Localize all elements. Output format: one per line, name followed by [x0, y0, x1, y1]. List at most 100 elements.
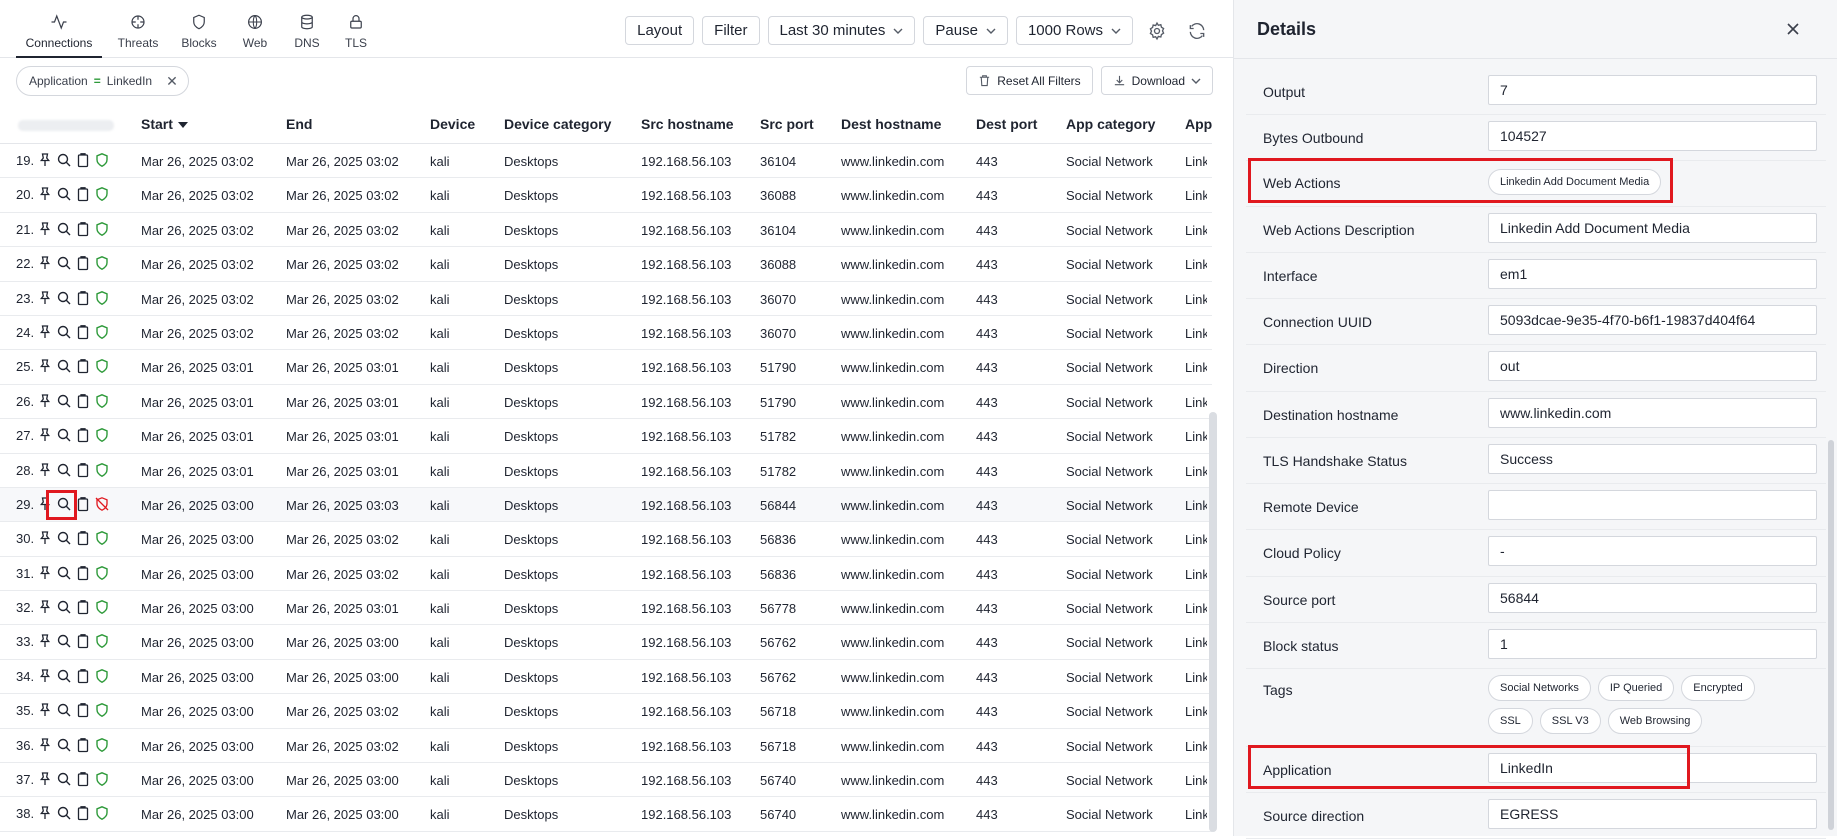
column-header-device[interactable]: Device — [430, 116, 475, 132]
pin-icon[interactable] — [37, 565, 53, 581]
search-icon[interactable] — [56, 290, 72, 306]
clipboard-icon[interactable] — [75, 324, 91, 340]
pin-icon[interactable] — [37, 290, 53, 306]
pause-dropdown[interactable]: Pause — [923, 16, 1008, 45]
search-icon[interactable] — [56, 771, 72, 787]
shield-icon[interactable] — [94, 255, 110, 271]
search-icon[interactable] — [56, 462, 72, 478]
tab-threats[interactable]: Threats — [110, 0, 166, 58]
pin-icon[interactable] — [37, 324, 53, 340]
pin-icon[interactable] — [37, 668, 53, 684]
column-header-src-port[interactable]: Src port — [760, 116, 814, 132]
column-header-start[interactable]: Start — [141, 116, 188, 132]
clipboard-icon[interactable] — [75, 462, 91, 478]
refresh-button[interactable] — [1181, 16, 1213, 45]
tag[interactable]: Social Networks — [1488, 675, 1591, 701]
clipboard-icon[interactable] — [75, 771, 91, 787]
table-row[interactable]: 19. Mar 26, 2025 03:02 Mar 26, 2025 03:02 k… — [0, 144, 1212, 179]
reset-filters-button[interactable]: Reset All Filters — [966, 66, 1093, 95]
pin-icon[interactable] — [37, 737, 53, 753]
pin-icon[interactable] — [37, 530, 53, 546]
search-icon[interactable] — [56, 737, 72, 753]
table-row[interactable]: 27. Mar 26, 2025 03:01 Mar 26, 2025 03:01 k… — [0, 419, 1212, 454]
column-header-dest-hostname[interactable]: Dest hostname — [841, 116, 941, 132]
clipboard-icon[interactable] — [75, 152, 91, 168]
column-header-app[interactable]: App — [1185, 116, 1212, 132]
shield-icon[interactable] — [94, 358, 110, 374]
clipboard-icon[interactable] — [75, 186, 91, 202]
table-row[interactable]: 32. Mar 26, 2025 03:00 Mar 26, 2025 03:01 k… — [0, 591, 1212, 626]
filter-button[interactable]: Filter — [702, 16, 760, 45]
search-icon[interactable] — [56, 530, 72, 546]
shield-icon[interactable] — [94, 152, 110, 168]
tag[interactable]: Web Browsing — [1607, 708, 1703, 734]
shield-icon[interactable] — [94, 462, 110, 478]
pin-icon[interactable] — [37, 462, 53, 478]
pin-icon[interactable] — [37, 221, 53, 237]
pin-icon[interactable] — [37, 427, 53, 443]
table-row[interactable]: 28. Mar 26, 2025 03:01 Mar 26, 2025 03:01 k… — [0, 454, 1212, 488]
shield-icon[interactable] — [94, 737, 110, 753]
detail-value-field[interactable]: out — [1488, 351, 1817, 381]
tab-tls[interactable]: TLS — [336, 0, 376, 58]
search-icon[interactable] — [56, 324, 72, 340]
pin-icon[interactable] — [37, 255, 53, 271]
tab-connections[interactable]: Connections — [16, 0, 102, 58]
pin-icon[interactable] — [37, 805, 53, 821]
shield-icon[interactable] — [94, 599, 110, 615]
table-row[interactable]: 29. Mar 26, 2025 03:00 Mar 26, 2025 03:03 k… — [0, 487, 1212, 523]
detail-value-field[interactable]: Success — [1488, 444, 1817, 474]
shield-icon[interactable] — [94, 805, 110, 821]
details-scrollbar[interactable] — [1828, 440, 1834, 830]
shield-icon[interactable] — [94, 565, 110, 581]
column-header-app-category[interactable]: App category — [1066, 116, 1155, 132]
table-row[interactable]: 20. Mar 26, 2025 03:02 Mar 26, 2025 03:02 k… — [0, 178, 1212, 213]
search-icon[interactable] — [56, 358, 72, 374]
pin-icon[interactable] — [37, 771, 53, 787]
table-scrollbar[interactable] — [1209, 412, 1217, 832]
clipboard-icon[interactable] — [75, 668, 91, 684]
shield-icon[interactable] — [94, 290, 110, 306]
shield-icon[interactable] — [94, 186, 110, 202]
table-row[interactable]: 21. Mar 26, 2025 03:02 Mar 26, 2025 03:02 k… — [0, 213, 1212, 248]
search-icon[interactable] — [56, 633, 72, 649]
shield-icon[interactable] — [94, 702, 110, 718]
clipboard-icon[interactable] — [75, 221, 91, 237]
pin-icon[interactable] — [37, 599, 53, 615]
search-icon[interactable] — [56, 805, 72, 821]
clipboard-icon[interactable] — [75, 393, 91, 409]
pin-icon[interactable] — [37, 186, 53, 202]
shield-icon[interactable] — [94, 221, 110, 237]
clipboard-icon[interactable] — [75, 702, 91, 718]
detail-value-field[interactable]: 104527 — [1488, 121, 1817, 151]
shield-icon[interactable] — [94, 427, 110, 443]
pin-icon[interactable] — [37, 358, 53, 374]
table-row[interactable]: 23. Mar 26, 2025 03:02 Mar 26, 2025 03:02 k… — [0, 282, 1212, 316]
shield-icon[interactable] — [94, 771, 110, 787]
table-row[interactable]: 26. Mar 26, 2025 03:01 Mar 26, 2025 03:01 k… — [0, 385, 1212, 420]
search-icon[interactable] — [56, 152, 72, 168]
clipboard-icon[interactable] — [75, 255, 91, 271]
clipboard-icon[interactable] — [75, 530, 91, 546]
table-row[interactable]: 36. Mar 26, 2025 03:00 Mar 26, 2025 03:02 k… — [0, 729, 1212, 764]
tag[interactable]: IP Queried — [1597, 675, 1675, 701]
search-icon[interactable] — [56, 186, 72, 202]
shield-icon[interactable] — [94, 324, 110, 340]
settings-button[interactable] — [1141, 16, 1173, 45]
shield-icon[interactable] — [94, 668, 110, 684]
search-icon[interactable] — [56, 427, 72, 443]
search-icon[interactable] — [56, 393, 72, 409]
table-row[interactable]: 31. Mar 26, 2025 03:00 Mar 26, 2025 03:02 k… — [0, 557, 1212, 592]
clipboard-icon[interactable] — [75, 633, 91, 649]
download-button[interactable]: Download — [1100, 66, 1213, 95]
clipboard-icon[interactable] — [75, 496, 91, 512]
column-header-src-hostname[interactable]: Src hostname — [641, 116, 734, 132]
search-icon[interactable] — [56, 221, 72, 237]
shield-icon[interactable] — [94, 633, 110, 649]
search-icon[interactable] — [56, 702, 72, 718]
table-row[interactable]: 30. Mar 26, 2025 03:00 Mar 26, 2025 03:02 k… — [0, 522, 1212, 557]
table-row[interactable]: 38. Mar 26, 2025 03:00 Mar 26, 2025 03:00 k… — [0, 797, 1212, 832]
table-row[interactable]: 33. Mar 26, 2025 03:00 Mar 26, 2025 03:00 k… — [0, 625, 1212, 660]
search-icon[interactable] — [56, 565, 72, 581]
shield-icon[interactable] — [94, 393, 110, 409]
